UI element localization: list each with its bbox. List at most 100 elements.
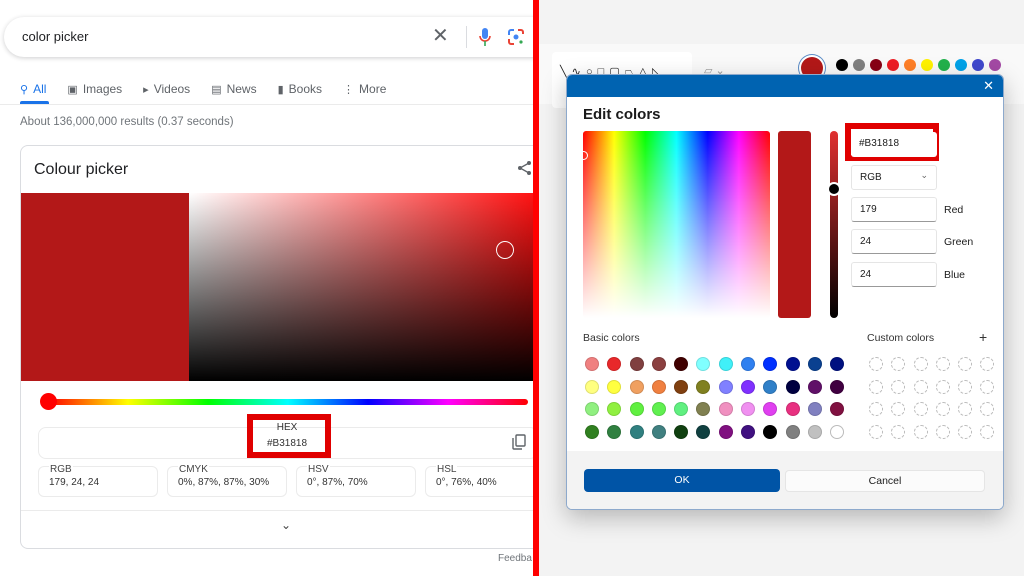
basic-color-swatch[interactable]: [763, 402, 778, 416]
basic-color-swatch[interactable]: [785, 402, 800, 416]
cancel-button[interactable]: Cancel: [785, 470, 985, 492]
basic-color-swatch[interactable]: [607, 357, 622, 371]
basic-color-swatch[interactable]: [741, 379, 756, 394]
hue-slider-handle[interactable]: [40, 393, 57, 410]
basic-color-swatch[interactable]: [696, 424, 711, 439]
custom-color-slot[interactable]: [869, 424, 883, 439]
basic-color-swatch[interactable]: [651, 357, 666, 371]
hsv-field[interactable]: HSV 0°, 87%, 70%: [296, 464, 416, 497]
basic-color-swatch[interactable]: [585, 402, 599, 416]
basic-color-swatch[interactable]: [830, 402, 845, 416]
basic-color-swatch[interactable]: [718, 402, 733, 416]
palette-color-swatch[interactable]: [921, 59, 933, 71]
basic-color-swatch[interactable]: [763, 379, 778, 394]
tab-more[interactable]: ⋮ More: [343, 79, 386, 99]
basic-color-swatch[interactable]: [585, 357, 599, 371]
basic-color-swatch[interactable]: [718, 357, 733, 371]
basic-color-swatch[interactable]: [674, 357, 689, 371]
add-custom-color-button[interactable]: +: [979, 329, 987, 345]
basic-color-swatch[interactable]: [763, 357, 778, 371]
custom-color-slot[interactable]: [935, 357, 950, 371]
custom-color-slot[interactable]: [869, 357, 883, 371]
basic-color-swatch[interactable]: [585, 424, 599, 439]
green-input[interactable]: 24: [851, 229, 937, 254]
tab-all[interactable]: ⚲ All: [20, 79, 46, 99]
palette-color-swatch[interactable]: [938, 59, 950, 71]
custom-color-slot[interactable]: [935, 379, 950, 394]
custom-color-slot[interactable]: [869, 379, 883, 394]
basic-color-swatch[interactable]: [629, 357, 644, 371]
rgb-field[interactable]: RGB 179, 24, 24: [38, 464, 158, 497]
share-icon[interactable]: [517, 160, 533, 176]
basic-color-swatch[interactable]: [696, 402, 711, 416]
basic-color-swatch[interactable]: [807, 379, 822, 394]
basic-color-swatch[interactable]: [785, 379, 800, 394]
red-input[interactable]: 179: [851, 197, 937, 222]
custom-color-slot[interactable]: [913, 402, 928, 416]
basic-color-swatch[interactable]: [830, 379, 845, 394]
custom-color-slot[interactable]: [958, 402, 973, 416]
value-slider[interactable]: [830, 131, 838, 318]
custom-color-slot[interactable]: [935, 402, 950, 416]
custom-color-slot[interactable]: [980, 379, 995, 394]
basic-color-swatch[interactable]: [674, 424, 689, 439]
custom-color-slot[interactable]: [980, 424, 995, 439]
palette-color-swatch[interactable]: [904, 59, 916, 71]
google-lens-icon[interactable]: [506, 27, 526, 47]
expand-chevron-icon[interactable]: ⌄: [281, 518, 291, 532]
basic-color-swatch[interactable]: [718, 379, 733, 394]
palette-color-swatch[interactable]: [887, 59, 899, 71]
custom-color-slot[interactable]: [891, 402, 906, 416]
basic-color-swatch[interactable]: [674, 379, 689, 394]
cmyk-field[interactable]: CMYK 0%, 87%, 87%, 30%: [167, 464, 287, 497]
ok-button[interactable]: OK: [584, 469, 780, 492]
color-spectrum[interactable]: [583, 131, 770, 318]
search-bar[interactable]: color picker ✕: [4, 17, 533, 57]
basic-color-swatch[interactable]: [696, 357, 711, 371]
basic-color-swatch[interactable]: [741, 357, 756, 371]
custom-color-slot[interactable]: [980, 402, 995, 416]
basic-color-swatch[interactable]: [629, 402, 644, 416]
voice-search-icon[interactable]: [479, 26, 491, 48]
saturation-value-area[interactable]: [189, 193, 533, 381]
basic-color-swatch[interactable]: [651, 379, 666, 394]
basic-color-swatch[interactable]: [830, 424, 845, 439]
palette-color-swatch[interactable]: [870, 59, 882, 71]
custom-color-slot[interactable]: [958, 379, 973, 394]
basic-color-swatch[interactable]: [785, 357, 800, 371]
search-input[interactable]: color picker: [22, 29, 88, 44]
palette-color-swatch[interactable]: [972, 59, 984, 71]
color-mode-select[interactable]: RGB ⌄: [851, 165, 937, 190]
custom-color-slot[interactable]: [935, 424, 950, 439]
custom-color-slot[interactable]: [913, 379, 928, 394]
basic-color-swatch[interactable]: [807, 402, 822, 416]
basic-color-swatch[interactable]: [785, 424, 800, 439]
basic-color-swatch[interactable]: [830, 357, 845, 371]
palette-color-swatch[interactable]: [836, 59, 848, 71]
custom-color-slot[interactable]: [869, 402, 883, 416]
palette-color-swatch[interactable]: [853, 59, 865, 71]
custom-color-slot[interactable]: [913, 424, 928, 439]
format-value[interactable]: 0°, 76%, 40%: [436, 477, 497, 488]
format-value[interactable]: 0%, 87%, 87%, 30%: [178, 477, 269, 488]
basic-color-swatch[interactable]: [718, 424, 733, 439]
basic-color-swatch[interactable]: [807, 424, 822, 439]
palette-color-swatch[interactable]: [989, 59, 1001, 71]
close-icon[interactable]: ✕: [983, 78, 994, 94]
copy-icon[interactable]: [512, 434, 526, 450]
custom-color-slot[interactable]: [891, 424, 906, 439]
hsl-field[interactable]: HSL 0°, 76%, 40%: [425, 464, 533, 497]
basic-color-swatch[interactable]: [607, 379, 622, 394]
custom-color-slot[interactable]: [958, 424, 973, 439]
basic-color-swatch[interactable]: [629, 424, 644, 439]
custom-color-slot[interactable]: [913, 357, 928, 371]
saturation-value-handle[interactable]: [496, 241, 514, 259]
basic-color-swatch[interactable]: [607, 424, 622, 439]
value-slider-thumb[interactable]: [829, 184, 839, 194]
palette-color-swatch[interactable]: [955, 59, 967, 71]
tab-news[interactable]: ▤ News: [211, 79, 256, 99]
basic-color-swatch[interactable]: [607, 402, 622, 416]
tab-videos[interactable]: ▸ Videos: [143, 79, 190, 99]
spectrum-handle[interactable]: [579, 151, 588, 160]
custom-color-slot[interactable]: [980, 357, 995, 371]
